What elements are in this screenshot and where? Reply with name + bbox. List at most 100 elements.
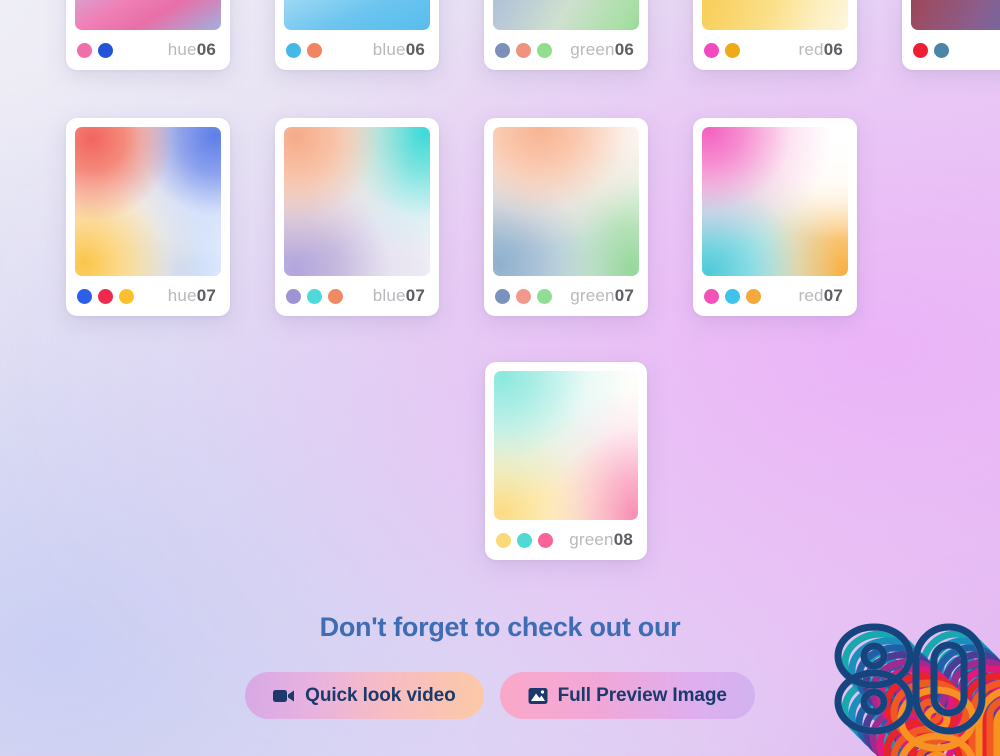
palette-dot-3[interactable]: [746, 288, 761, 304]
palette-swatch: [702, 127, 848, 276]
palette-dot-3[interactable]: [537, 288, 552, 304]
palette-swatch: [911, 0, 1000, 30]
palette-swatch: [493, 0, 639, 30]
palette-swatch: [75, 127, 221, 276]
palette-dot-3[interactable]: [119, 288, 134, 304]
image-icon: [528, 687, 548, 705]
palette-dot-1[interactable]: [704, 288, 719, 304]
palette-card-footer: hue06: [75, 30, 221, 70]
palette-card-footer: green06: [493, 30, 639, 70]
palette-dot-1[interactable]: [495, 288, 510, 304]
palette-swatch: [493, 127, 639, 276]
palette-label: red07: [799, 286, 846, 306]
palette-dot-3[interactable]: [328, 288, 343, 304]
palette-card[interactable]: red06: [693, 0, 857, 70]
palette-name: green: [570, 40, 615, 59]
eighty-badge: [816, 593, 1000, 756]
palette-dot-1[interactable]: [913, 42, 928, 58]
palette-dot-1[interactable]: [495, 42, 510, 58]
palette-number: 07: [823, 286, 843, 305]
palette-card-footer: green07: [493, 276, 639, 316]
palette-number: 06: [405, 40, 425, 59]
palette-dot-2[interactable]: [98, 288, 113, 304]
palette-name: red: [798, 40, 824, 59]
palette-name: hue: [167, 40, 197, 59]
palette-card[interactable]: blue07: [275, 118, 439, 316]
palette-label: green06: [570, 40, 637, 60]
full-preview-image-button[interactable]: Full Preview Image: [499, 672, 755, 719]
palette-swatch: [702, 0, 848, 30]
palette-dot-1[interactable]: [286, 42, 301, 58]
palette-dot-2[interactable]: [517, 532, 532, 548]
palette-name: green: [569, 530, 614, 549]
palette-card[interactable]: hue07: [66, 118, 230, 316]
palette-dot-2[interactable]: [725, 42, 740, 58]
palette-swatch: [494, 371, 638, 520]
quick-look-video-label: Quick look video: [305, 684, 456, 706]
palette-dots: [913, 42, 949, 58]
palette-dot-1[interactable]: [496, 532, 511, 548]
palette-name: green: [570, 286, 615, 305]
palette-number: 07: [196, 286, 216, 305]
palette-label: blue06: [373, 40, 428, 60]
palette-dots: [495, 42, 552, 58]
palette-card[interactable]: green07: [484, 118, 648, 316]
palette-card-footer: blue07: [284, 276, 430, 316]
palette-swatch: [284, 0, 430, 30]
palette-dot-3[interactable]: [537, 42, 552, 58]
palette-dots: [704, 288, 761, 304]
palette-dot-2[interactable]: [307, 288, 322, 304]
palette-name: red: [798, 286, 824, 305]
palette-card[interactable]: green06: [484, 0, 648, 70]
palette-name: blue: [372, 286, 406, 305]
palette-label: hue06: [168, 40, 219, 60]
palette-card-footer: blue06: [284, 30, 430, 70]
palette-card[interactable]: green08: [485, 362, 647, 560]
palette-number: 07: [405, 286, 425, 305]
palette-label: red06: [799, 40, 846, 60]
palette-card-footer: red07: [702, 276, 848, 316]
palette-label: blue07: [373, 286, 428, 306]
palette-dot-2[interactable]: [516, 42, 531, 58]
palette-number: 06: [614, 40, 634, 59]
palette-dot-2[interactable]: [934, 42, 949, 58]
palette-dots: [286, 42, 322, 58]
palette-dot-1[interactable]: [286, 288, 301, 304]
palette-dot-2[interactable]: [307, 42, 322, 58]
palette-dots: [496, 532, 553, 548]
palette-number: 06: [196, 40, 216, 59]
palette-swatch: [284, 127, 430, 276]
palette-dot-2[interactable]: [98, 42, 113, 58]
palette-dot-1[interactable]: [704, 42, 719, 58]
palette-dots: [77, 288, 134, 304]
palette-card-footer: hue05: [911, 30, 1000, 70]
palette-card-footer: red06: [702, 30, 848, 70]
palette-card-footer: hue07: [75, 276, 221, 316]
palette-dot-1[interactable]: [77, 42, 92, 58]
palette-dots: [495, 288, 552, 304]
palette-label: green07: [570, 286, 637, 306]
palette-name: blue: [372, 40, 406, 59]
palette-dots: [704, 42, 740, 58]
palette-card[interactable]: red07: [693, 118, 857, 316]
palette-card[interactable]: hue05: [902, 0, 1000, 70]
palette-card-footer: green08: [494, 520, 638, 560]
palette-card[interactable]: hue06: [66, 0, 230, 70]
video-camera-icon: [273, 688, 295, 704]
palette-dots: [77, 42, 113, 58]
palette-dot-1[interactable]: [77, 288, 92, 304]
palette-card[interactable]: blue06: [275, 0, 439, 70]
quick-look-video-button[interactable]: Quick look video: [245, 672, 484, 719]
palette-number: 06: [823, 40, 843, 59]
palette-dot-3[interactable]: [538, 532, 553, 548]
palette-swatch: [75, 0, 221, 30]
palette-name: hue: [167, 286, 197, 305]
palette-label: hue07: [168, 286, 219, 306]
palette-number: 08: [613, 530, 633, 549]
palette-dots: [286, 288, 343, 304]
full-preview-image-label: Full Preview Image: [557, 684, 727, 706]
palette-dot-2[interactable]: [725, 288, 740, 304]
palette-dot-2[interactable]: [516, 288, 531, 304]
palette-number: 07: [614, 286, 634, 305]
palette-label: green08: [569, 530, 636, 550]
